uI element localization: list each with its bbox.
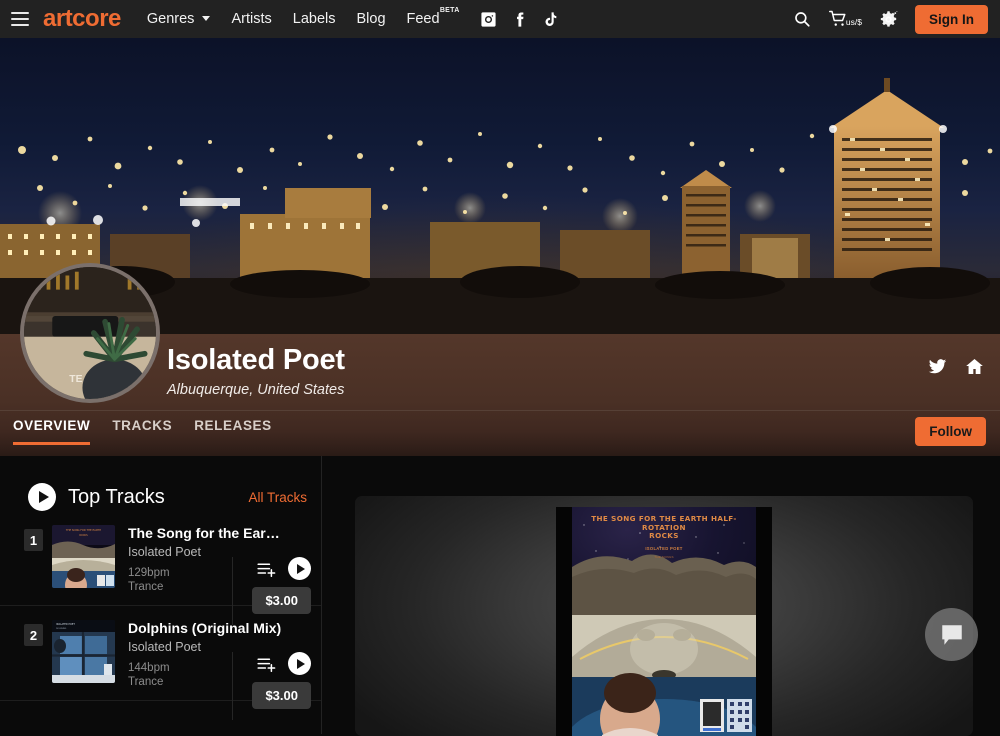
avatar-image: TE <box>24 267 156 399</box>
nav-link-blog[interactable]: Blog <box>356 11 385 27</box>
twitter-icon[interactable] <box>928 357 947 376</box>
track-play-icon[interactable] <box>288 557 311 580</box>
tab-overview[interactable]: OVERVIEW <box>13 418 90 445</box>
track-actions <box>257 557 311 580</box>
nav-right-actions: us/$ Sign In <box>793 5 1000 34</box>
track-title[interactable]: The Song for the Earth … <box>128 525 283 541</box>
gear-icon[interactable] <box>879 10 898 29</box>
track-artwork[interactable]: THE SONG FOR THE EARTH ROCKS <box>52 525 115 588</box>
svg-text:ISOLATED POET: ISOLATED POET <box>56 623 75 626</box>
release-cover[interactable]: THE SONG FOR THE EARTH HALF-ROTATION ROC… <box>556 507 772 736</box>
track-rank: 2 <box>24 624 43 646</box>
home-icon[interactable] <box>965 357 984 376</box>
cart-icon <box>828 10 848 28</box>
release-card[interactable]: THE SONG FOR THE EARTH HALF-ROTATION ROC… <box>355 496 973 736</box>
artcore-logo[interactable]: artcore <box>43 7 121 31</box>
svg-text:DOLPHINS: DOLPHINS <box>56 628 67 630</box>
main-nav-links: Genres Artists Labels Blog Feed BETA <box>147 11 440 27</box>
list-item[interactable]: 1 THE SONG FOR THE EARTH ROCKS <box>0 511 321 606</box>
top-navigation-bar: artcore Genres Artists Labels Blog Feed … <box>0 0 1000 38</box>
cover-subtitle-line: THE SONGS <box>572 555 756 559</box>
track-rank: 1 <box>24 529 43 551</box>
page-body: Top Tracks All Tracks 1 THE SONG FOR THE… <box>0 456 1000 734</box>
svg-text:TE: TE <box>69 374 82 385</box>
svg-text:THE SONG FOR THE EARTH: THE SONG FOR THE EARTH <box>66 528 101 532</box>
track-title[interactable]: Dolphins (Original Mix) <box>128 620 283 636</box>
nav-link-artists[interactable]: Artists <box>231 11 271 27</box>
tiktok-icon[interactable] <box>542 11 559 28</box>
add-to-queue-icon[interactable] <box>257 656 277 672</box>
track-artwork-image: ISOLATED POET DOLPHINS <box>52 620 115 683</box>
search-icon[interactable] <box>793 10 811 28</box>
page-title: Isolated Poet <box>167 344 345 377</box>
track-artwork[interactable]: ISOLATED POET DOLPHINS <box>52 620 115 683</box>
cover-title-line2: ROCKS <box>572 531 756 540</box>
chat-bubble-icon[interactable] <box>925 608 978 661</box>
follow-button[interactable]: Follow <box>915 417 986 446</box>
social-links <box>480 11 559 28</box>
svg-text:ROCKS: ROCKS <box>79 534 88 537</box>
track-price-button[interactable]: $3.00 <box>252 682 311 709</box>
chat-bubble-glyph <box>939 622 965 648</box>
cover-artist-line: ISOLATED POET <box>572 546 756 551</box>
cart-button[interactable]: us/$ <box>828 10 862 28</box>
top-tracks-header: Top Tracks All Tracks <box>0 456 321 511</box>
instagram-icon[interactable] <box>480 11 497 28</box>
all-tracks-link[interactable]: All Tracks <box>248 490 307 505</box>
sign-in-button[interactable]: Sign In <box>915 5 988 34</box>
beta-badge: BETA <box>440 7 460 14</box>
play-all-icon[interactable] <box>28 483 56 511</box>
add-to-queue-icon[interactable] <box>257 561 277 577</box>
nav-link-genres[interactable]: Genres <box>147 11 211 27</box>
cover-artwork <box>572 507 756 736</box>
top-tracks-panel: Top Tracks All Tracks 1 THE SONG FOR THE… <box>0 456 322 734</box>
artist-location: Albuquerque, United States <box>167 382 344 398</box>
divider <box>232 652 233 720</box>
tab-tracks[interactable]: TRACKS <box>112 418 172 445</box>
track-artwork-image: THE SONG FOR THE EARTH ROCKS <box>52 525 115 588</box>
top-tracks-title: Top Tracks <box>68 486 165 509</box>
profile-tabs: OVERVIEW TRACKS RELEASES <box>13 418 272 445</box>
nav-link-feed[interactable]: Feed BETA <box>407 11 440 27</box>
facebook-icon[interactable] <box>511 11 528 28</box>
avatar[interactable]: TE <box>20 263 160 403</box>
hamburger-menu-icon[interactable] <box>11 12 29 26</box>
featured-release-panel: THE SONG FOR THE EARTH HALF-ROTATION ROC… <box>322 456 1000 734</box>
artist-external-links <box>928 357 984 376</box>
cart-currency-label: us/$ <box>846 17 862 27</box>
list-item[interactable]: 2 ISOLATED POET DOLPHINS <box>0 606 321 701</box>
release-cover-image: THE SONG FOR THE EARTH HALF-ROTATION ROC… <box>572 507 756 736</box>
nav-link-genres-label: Genres <box>147 11 195 27</box>
cover-title-line1: THE SONG FOR THE EARTH HALF-ROTATION <box>572 514 756 532</box>
tab-releases[interactable]: RELEASES <box>194 418 272 445</box>
track-actions <box>257 652 311 675</box>
track-play-icon[interactable] <box>288 652 311 675</box>
chevron-down-icon <box>202 16 210 21</box>
nav-link-feed-label: Feed <box>407 11 440 27</box>
nav-link-labels[interactable]: Labels <box>293 11 336 27</box>
